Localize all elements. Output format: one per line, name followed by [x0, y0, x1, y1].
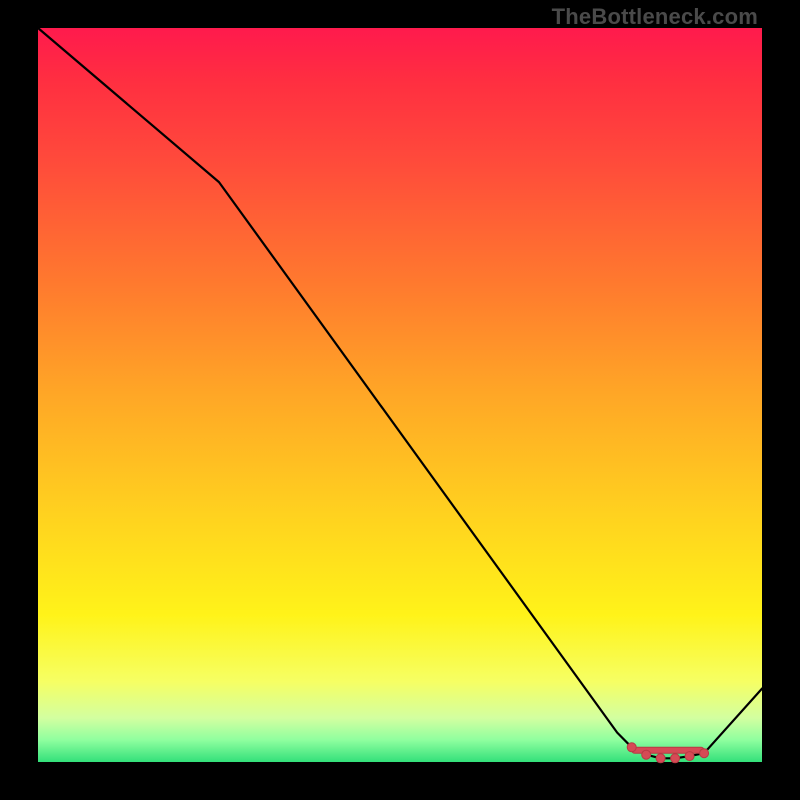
marker-dot [642, 750, 651, 759]
optimal-range-markers [627, 743, 708, 763]
bottleneck-curve [38, 28, 762, 758]
watermark-text: TheBottleneck.com [552, 4, 758, 30]
chart-svg [38, 28, 762, 762]
chart-frame: TheBottleneck.com [0, 0, 800, 800]
marker-dot [700, 749, 709, 758]
marker-dot [671, 754, 680, 763]
marker-dot [685, 752, 694, 761]
plot-area [38, 28, 762, 762]
marker-dot [656, 754, 665, 763]
marker-dot [627, 743, 636, 752]
